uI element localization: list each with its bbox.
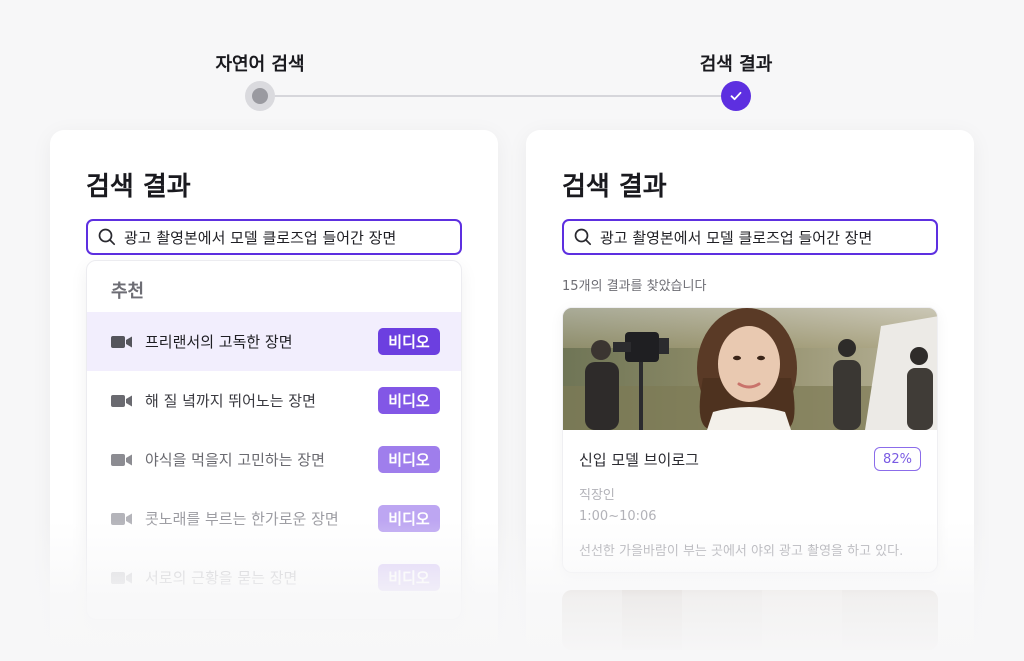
video-thumbnail xyxy=(563,308,937,430)
suggestion-item[interactable]: 야식을 먹을지 고민하는 장면 비디오 xyxy=(87,430,461,489)
video-camera-icon xyxy=(111,512,132,525)
suggestion-label: 해 질 녘까지 뛰어노는 장면 xyxy=(145,392,316,410)
suggestion-item[interactable]: 콧노래를 부르는 한가로운 장면 비디오 xyxy=(87,489,461,548)
card-timestamp: 1:00~10:06 xyxy=(579,509,657,524)
suggestion-label: 프리랜서의 고독한 장면 xyxy=(145,333,293,351)
card-category: 직장인 xyxy=(579,488,615,503)
card-description: 선선한 가을바람이 부는 곳에서 야외 광고 촬영을 하고 있다. xyxy=(579,544,904,559)
video-camera-icon xyxy=(111,394,132,407)
search-panel: 검색 결과 광고 촬영본에서 모델 클로즈업 들어간 장면 추천 프리랜서의 고… xyxy=(50,130,498,661)
suggestion-label: 야식을 먹을지 고민하는 장면 xyxy=(145,451,325,469)
result-card[interactable]: 신입 모델 브이로그 82% 직장인 1:00~10:06 선선한 가을바람이 … xyxy=(562,307,938,573)
suggestion-label: 서로의 근황을 묻는 장면 xyxy=(145,569,298,587)
step-2-label: 검색 결과 xyxy=(699,54,773,75)
match-score-badge: 82% xyxy=(874,447,921,471)
result-card[interactable] xyxy=(562,590,938,650)
video-thumbnail xyxy=(562,590,938,650)
video-badge: 비디오 xyxy=(378,564,440,591)
search-input[interactable]: 광고 촬영본에서 모델 클로즈업 들어간 장면 xyxy=(86,219,462,255)
result-count: 15개의 결과를 찾았습니다 xyxy=(562,279,707,294)
search-input[interactable]: 광고 촬영본에서 모델 클로즈업 들어간 장면 xyxy=(562,219,938,255)
check-icon xyxy=(730,91,742,101)
video-camera-icon xyxy=(111,335,132,348)
video-camera-icon xyxy=(111,571,132,584)
panel-title: 검색 결과 xyxy=(86,172,191,202)
stepper: 자연어 검색 검색 결과 xyxy=(0,0,1024,125)
step-1-indicator xyxy=(245,81,275,111)
step-connector xyxy=(260,95,736,97)
suggestion-label: 콧노래를 부르는 한가로운 장면 xyxy=(145,510,339,528)
video-badge: 비디오 xyxy=(378,446,440,473)
suggestion-item[interactable]: 프리랜서의 고독한 장면 비디오 xyxy=(87,312,461,371)
suggestion-item[interactable]: 서로의 근황을 묻는 장면 비디오 xyxy=(87,548,461,607)
suggestion-dropdown: 추천 프리랜서의 고독한 장면 비디오 해 질 녘까지 뛰어노는 장면 비디오 … xyxy=(86,260,462,620)
video-badge: 비디오 xyxy=(378,387,440,414)
search-icon xyxy=(98,228,116,246)
video-badge: 비디오 xyxy=(378,328,440,355)
search-input-value: 광고 촬영본에서 모델 클로즈업 들어간 장면 xyxy=(124,228,397,247)
video-badge: 비디오 xyxy=(378,505,440,532)
step-1-label: 자연어 검색 xyxy=(215,54,305,75)
search-input-value: 광고 촬영본에서 모델 클로즈업 들어간 장면 xyxy=(600,228,873,247)
panel-title: 검색 결과 xyxy=(562,172,667,202)
search-icon xyxy=(574,228,592,246)
video-camera-icon xyxy=(111,453,132,466)
suggestion-item[interactable]: 해 질 녘까지 뛰어노는 장면 비디오 xyxy=(87,371,461,430)
results-panel: 검색 결과 광고 촬영본에서 모델 클로즈업 들어간 장면 15개의 결과를 찾… xyxy=(526,130,974,661)
dropdown-header: 추천 xyxy=(111,281,145,302)
step-2-indicator xyxy=(721,81,751,111)
card-title: 신입 모델 브이로그 xyxy=(579,451,699,469)
